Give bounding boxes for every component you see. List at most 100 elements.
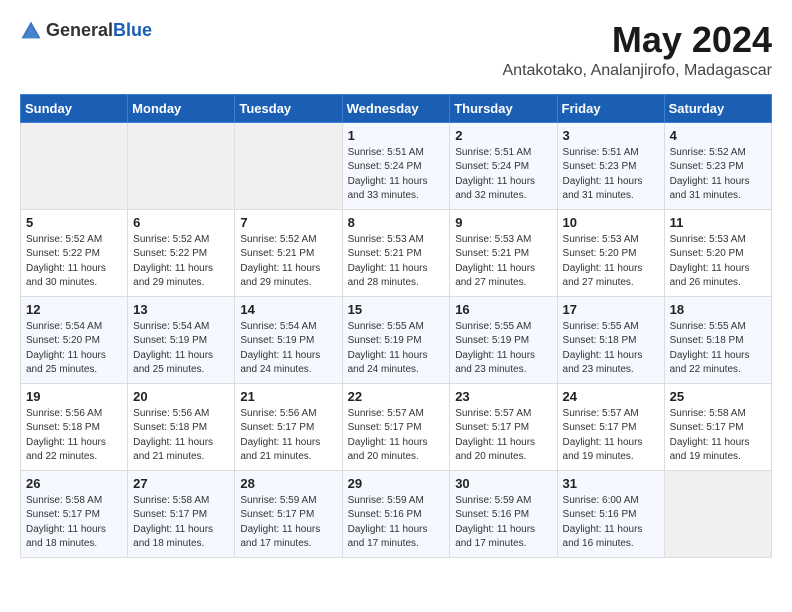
day-number: 13 [133, 302, 229, 317]
day-info: Sunrise: 5:54 AMSunset: 5:19 PMDaylight:… [133, 320, 229, 378]
table-row: 21 Sunrise: 5:56 AMSunset: 5:17 PMDayligh… [235, 383, 342, 470]
day-number: 27 [133, 476, 229, 491]
day-number: 5 [26, 215, 122, 230]
table-row: 17 Sunrise: 5:55 AMSunset: 5:18 PMDayligh… [557, 296, 664, 383]
calendar-week-row: 5 Sunrise: 5:52 AMSunset: 5:22 PMDaylight… [21, 209, 772, 296]
calendar-table: Sunday Monday Tuesday Wednesday Thursday… [20, 94, 772, 558]
day-info: Sunrise: 5:56 AMSunset: 5:18 PMDaylight:… [26, 407, 122, 465]
day-number: 1 [348, 128, 445, 143]
table-row: 3 Sunrise: 5:51 AMSunset: 5:23 PMDaylight… [557, 122, 664, 209]
day-info: Sunrise: 5:57 AMSunset: 5:17 PMDaylight:… [563, 407, 659, 465]
day-number: 26 [26, 476, 122, 491]
day-info: Sunrise: 5:56 AMSunset: 5:18 PMDaylight:… [133, 407, 229, 465]
header: GeneralBlue May 2024 Antakotako, Analanj… [20, 20, 772, 80]
table-row: 30 Sunrise: 5:59 AMSunset: 5:16 PMDayligh… [450, 470, 557, 557]
day-info: Sunrise: 5:53 AMSunset: 5:20 PMDaylight:… [670, 233, 766, 291]
table-row: 10 Sunrise: 5:53 AMSunset: 5:20 PMDayligh… [557, 209, 664, 296]
table-row: 31Sunrise: 6:00 AMSunset: 5:16 PMDayligh… [557, 470, 664, 557]
table-row: 27 Sunrise: 5:58 AMSunset: 5:17 PMDayligh… [128, 470, 235, 557]
table-row: 9 Sunrise: 5:53 AMSunset: 5:21 PMDaylight… [450, 209, 557, 296]
table-row: 11 Sunrise: 5:53 AMSunset: 5:20 PMDayligh… [664, 209, 771, 296]
day-number: 7 [240, 215, 336, 230]
table-row: 8 Sunrise: 5:53 AMSunset: 5:21 PMDaylight… [342, 209, 450, 296]
calendar-header-row: Sunday Monday Tuesday Wednesday Thursday… [21, 94, 772, 122]
table-row: 1Sunrise: 5:51 AMSunset: 5:24 PMDaylight… [342, 122, 450, 209]
day-number: 4 [670, 128, 766, 143]
subtitle: Antakotako, Analanjirofo, Madagascar [503, 62, 773, 80]
col-tuesday: Tuesday [235, 94, 342, 122]
table-row: 16 Sunrise: 5:55 AMSunset: 5:19 PMDayligh… [450, 296, 557, 383]
day-info: Sunrise: 5:53 AMSunset: 5:21 PMDaylight:… [348, 233, 445, 291]
day-number: 19 [26, 389, 122, 404]
table-row: 5 Sunrise: 5:52 AMSunset: 5:22 PMDaylight… [21, 209, 128, 296]
day-info: Sunrise: 5:52 AMSunset: 5:22 PMDaylight:… [26, 233, 122, 291]
day-number: 10 [563, 215, 659, 230]
table-row: 22 Sunrise: 5:57 AMSunset: 5:17 PMDayligh… [342, 383, 450, 470]
table-row: 19 Sunrise: 5:56 AMSunset: 5:18 PMDayligh… [21, 383, 128, 470]
table-row: 6 Sunrise: 5:52 AMSunset: 5:22 PMDaylight… [128, 209, 235, 296]
col-wednesday: Wednesday [342, 94, 450, 122]
day-info: Sunrise: 5:58 AMSunset: 5:17 PMDaylight:… [670, 407, 766, 465]
table-row: 26 Sunrise: 5:58 AMSunset: 5:17 PMDayligh… [21, 470, 128, 557]
day-info: Sunrise: 5:51 AMSunset: 5:24 PMDaylight:… [455, 146, 551, 204]
calendar-week-row: 1 Sunrise: 5:51 AMSunset: 5:24 PMDaylight… [21, 122, 772, 209]
day-number: 8 [348, 215, 445, 230]
col-monday: Monday [128, 94, 235, 122]
day-info: Sunrise: 5:51 AMSunset: 5:23 PMDaylight:… [563, 146, 659, 204]
logo-icon [20, 20, 42, 42]
day-info: Sunrise: 5:56 AMSunset: 5:17 PMDaylight:… [240, 407, 336, 465]
day-number: 25 [670, 389, 766, 404]
col-friday: Friday [557, 94, 664, 122]
day-number: 16 [455, 302, 551, 317]
day-number: 12 [26, 302, 122, 317]
table-row [21, 122, 128, 209]
day-info: Sunrise: 5:52 AMSunset: 5:22 PMDaylight:… [133, 233, 229, 291]
day-number: 20 [133, 389, 229, 404]
day-info: Sunrise: 5:59 AMSunset: 5:17 PMDaylight:… [240, 494, 336, 552]
day-number: 23 [455, 389, 551, 404]
day-number: 17 [563, 302, 659, 317]
day-info: Sunrise: 5:53 AMSunset: 5:21 PMDaylight:… [455, 233, 551, 291]
day-info: Sunrise: 5:52 AMSunset: 5:21 PMDaylight:… [240, 233, 336, 291]
table-row: 13 Sunrise: 5:54 AMSunset: 5:19 PMDayligh… [128, 296, 235, 383]
day-info: Sunrise: 5:55 AMSunset: 5:18 PMDaylight:… [563, 320, 659, 378]
day-number: 18 [670, 302, 766, 317]
day-number: 11 [670, 215, 766, 230]
col-sunday: Sunday [21, 94, 128, 122]
day-number: 9 [455, 215, 551, 230]
logo-general-text: General [46, 20, 113, 40]
day-info: Sunrise: 5:58 AMSunset: 5:17 PMDaylight:… [133, 494, 229, 552]
main-title: May 2024 [503, 20, 773, 60]
day-number: 6 [133, 215, 229, 230]
day-info: Sunrise: 5:57 AMSunset: 5:17 PMDaylight:… [348, 407, 445, 465]
day-number: 24 [563, 389, 659, 404]
day-info: Sunrise: 5:55 AMSunset: 5:19 PMDaylight:… [348, 320, 445, 378]
day-info: Sunrise: 5:59 AMSunset: 5:16 PMDaylight:… [348, 494, 445, 552]
day-number: 30 [455, 476, 551, 491]
calendar-week-row: 26 Sunrise: 5:58 AMSunset: 5:17 PMDayligh… [21, 470, 772, 557]
table-row: 23Sunrise: 5:57 AMSunset: 5:17 PMDayligh… [450, 383, 557, 470]
day-info: Sunrise: 5:58 AMSunset: 5:17 PMDaylight:… [26, 494, 122, 552]
day-info: Sunrise: 5:59 AMSunset: 5:16 PMDaylight:… [455, 494, 551, 552]
table-row: 20 Sunrise: 5:56 AMSunset: 5:18 PMDayligh… [128, 383, 235, 470]
day-number: 2 [455, 128, 551, 143]
table-row: 12Sunrise: 5:54 AMSunset: 5:20 PMDayligh… [21, 296, 128, 383]
col-saturday: Saturday [664, 94, 771, 122]
table-row: 15 Sunrise: 5:55 AMSunset: 5:19 PMDayligh… [342, 296, 450, 383]
day-number: 22 [348, 389, 445, 404]
table-row: 7 Sunrise: 5:52 AMSunset: 5:21 PMDaylight… [235, 209, 342, 296]
table-row [128, 122, 235, 209]
day-info: Sunrise: 6:00 AMSunset: 5:16 PMDaylight:… [563, 494, 659, 552]
logo-blue-text: Blue [113, 20, 152, 40]
table-row: 29Sunrise: 5:59 AMSunset: 5:16 PMDayligh… [342, 470, 450, 557]
day-number: 15 [348, 302, 445, 317]
table-row: 14Sunrise: 5:54 AMSunset: 5:19 PMDayligh… [235, 296, 342, 383]
day-info: Sunrise: 5:53 AMSunset: 5:20 PMDaylight:… [563, 233, 659, 291]
day-number: 21 [240, 389, 336, 404]
table-row: 18Sunrise: 5:55 AMSunset: 5:18 PMDayligh… [664, 296, 771, 383]
day-number: 3 [563, 128, 659, 143]
table-row: 24 Sunrise: 5:57 AMSunset: 5:17 PMDayligh… [557, 383, 664, 470]
table-row: 4Sunrise: 5:52 AMSunset: 5:23 PMDaylight… [664, 122, 771, 209]
day-info: Sunrise: 5:55 AMSunset: 5:19 PMDaylight:… [455, 320, 551, 378]
table-row: 25 Sunrise: 5:58 AMSunset: 5:17 PMDayligh… [664, 383, 771, 470]
